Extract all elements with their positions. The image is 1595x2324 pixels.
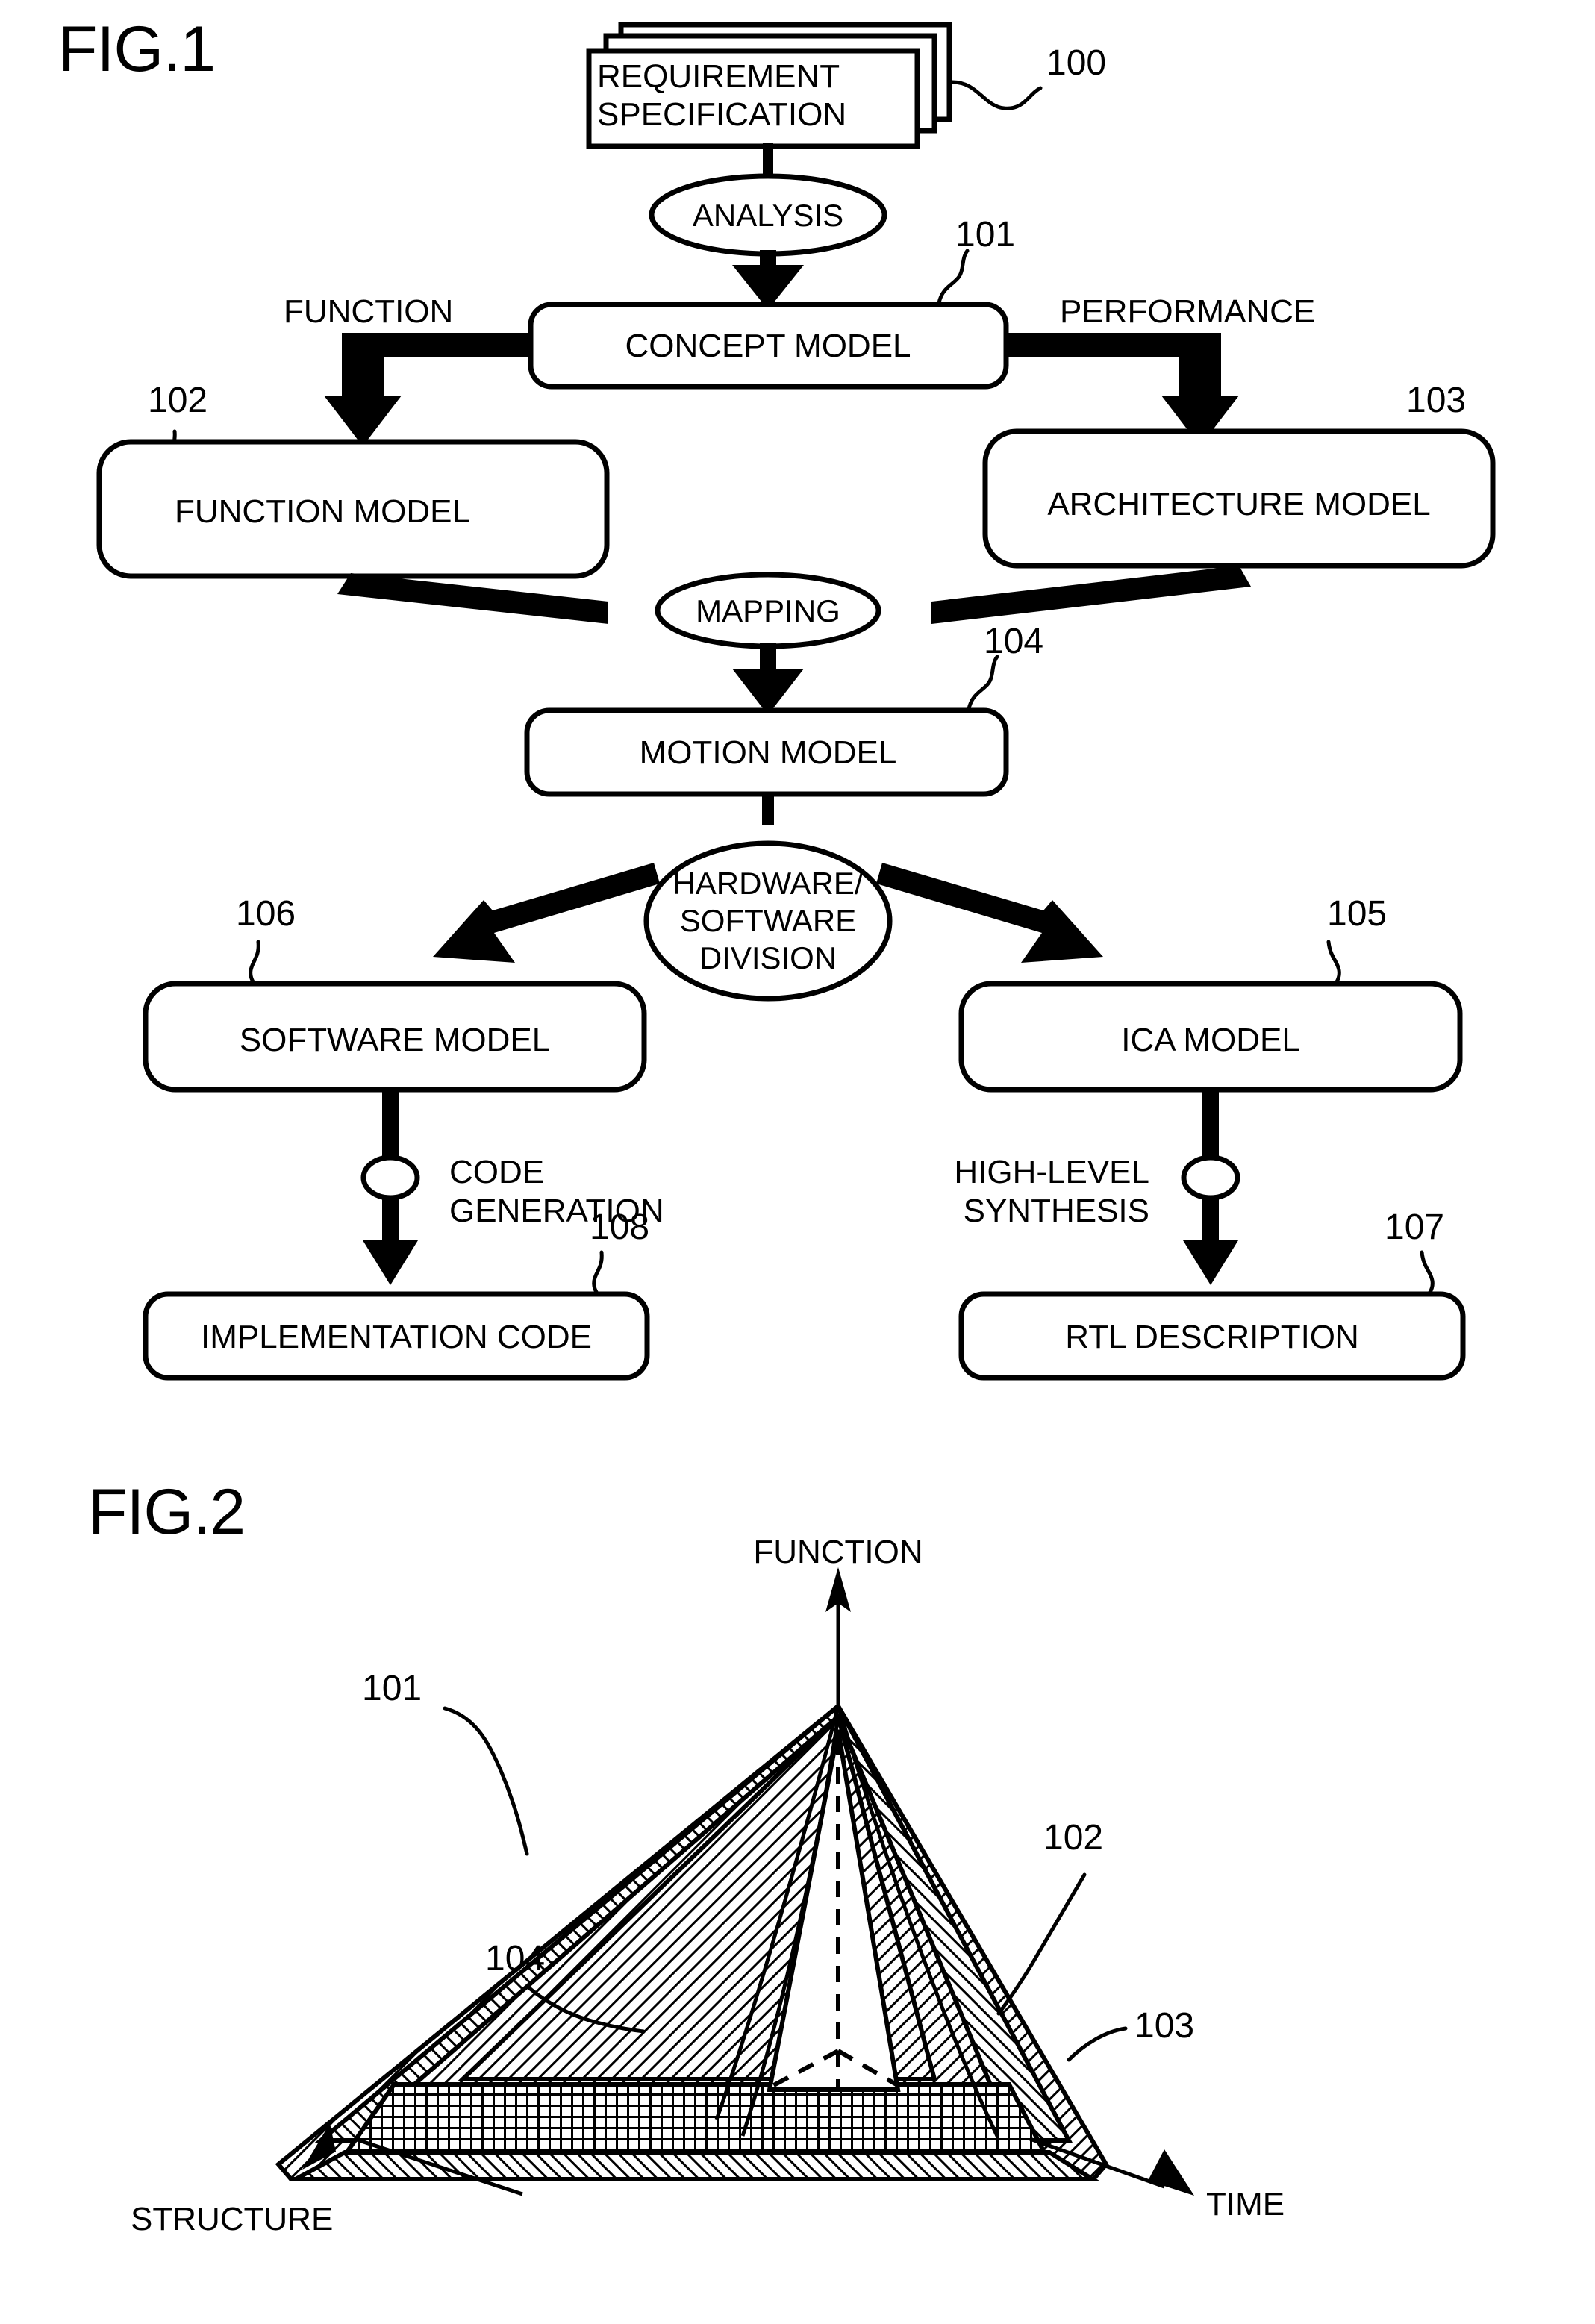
- figure-1: FIG.1 REQUIREMENT SPECIFICATION 100 ANAL…: [58, 13, 1496, 1381]
- mapping-node: MAPPING: [655, 572, 881, 649]
- rtl-description-label: RTL DESCRIPTION: [1065, 1319, 1359, 1355]
- arrow-concept-to-function-model: [324, 333, 531, 446]
- implementation-code-label: IMPLEMENTATION CODE: [201, 1319, 592, 1355]
- hw-sw-division-line1: HARDWARE/: [672, 866, 863, 901]
- ref-100-leader: [950, 80, 1043, 110]
- ref-100: 100: [1046, 43, 1106, 83]
- ref-102-fig2-leader: [996, 1872, 1087, 2016]
- architecture-model-label: ARCHITECTURE MODEL: [1047, 486, 1430, 522]
- pyramid-base-strip: [294, 2150, 1101, 2181]
- concept-model-label: CONCEPT MODEL: [625, 328, 911, 364]
- ref-103-fig2-leader: [1067, 2026, 1128, 2062]
- architecture-model-box: ARCHITECTURE MODEL: [982, 428, 1496, 569]
- requirement-specification-line1: REQUIREMENT: [597, 58, 840, 95]
- ref-105: 105: [1327, 894, 1387, 934]
- ref-102: 102: [148, 381, 207, 420]
- arrow-mapping-to-motion: [732, 643, 804, 715]
- arrow-division-to-ica-model: [876, 863, 1103, 963]
- arrow-software-model-to-implementation-code: [360, 1088, 420, 1285]
- figure-1-label: FIG.1: [58, 13, 215, 85]
- concept-model-box: CONCEPT MODEL: [528, 302, 1009, 390]
- axis-arrow-function: [825, 1567, 851, 1709]
- ref-101-fig2-leader: [443, 1706, 529, 1856]
- axis-label-time: TIME: [1206, 2186, 1285, 2223]
- rtl-description-box: RTL DESCRIPTION: [958, 1291, 1466, 1381]
- edge-label-high-level-synthesis-line2: SYNTHESIS: [964, 1193, 1149, 1229]
- hardware-software-division-node: HARDWARE/ SOFTWARE DIVISION: [643, 840, 893, 1002]
- ica-model-label: ICA MODEL: [1121, 1022, 1300, 1058]
- software-model-box: SOFTWARE MODEL: [143, 981, 647, 1093]
- connector-motion-division: [762, 793, 774, 825]
- ref-104: 104: [984, 622, 1043, 661]
- function-model-label: FUNCTION MODEL: [175, 493, 470, 530]
- arrow-division-to-software-model: [433, 863, 660, 963]
- implementation-code-box: IMPLEMENTATION CODE: [143, 1291, 650, 1381]
- ref-101: 101: [955, 215, 1015, 254]
- ref-107: 107: [1385, 1208, 1444, 1247]
- software-model-label: SOFTWARE MODEL: [240, 1022, 550, 1058]
- ref-108: 108: [590, 1208, 649, 1247]
- axis-label-structure: STRUCTURE: [131, 2201, 333, 2237]
- ref-102-fig2: 102: [1043, 1818, 1103, 1858]
- requirement-specification-line2: SPECIFICATION: [597, 96, 846, 133]
- mapping-label: MAPPING: [696, 593, 840, 628]
- arrow-ica-model-to-rtl-description: [1181, 1088, 1240, 1285]
- arrow-function-model-to-mapping: [337, 573, 608, 624]
- edge-label-performance: PERFORMANCE: [1060, 293, 1315, 330]
- edge-label-code-generation-line1: CODE: [449, 1154, 544, 1190]
- figure-2: FIG.2 FUNCTION 101 102 103 104 STRUCTURE…: [88, 1476, 1285, 2237]
- edge-label-function: FUNCTION: [284, 293, 453, 330]
- ica-model-box: ICA MODEL: [958, 981, 1463, 1093]
- hw-sw-division-line3: DIVISION: [699, 940, 837, 975]
- motion-model-box: MOTION MODEL: [524, 707, 1009, 797]
- hw-sw-division-line2: SOFTWARE: [680, 903, 856, 938]
- ref-103: 103: [1406, 381, 1466, 420]
- edge-label-high-level-synthesis-line1: HIGH-LEVEL: [954, 1154, 1149, 1190]
- motion-model-label: MOTION MODEL: [640, 734, 897, 771]
- function-model-box: FUNCTION MODEL: [96, 439, 610, 579]
- arrow-analysis-to-concept: [732, 250, 804, 310]
- axis-label-function: FUNCTION: [753, 1534, 923, 1570]
- analysis-label: ANALYSIS: [693, 198, 843, 233]
- ref-104-fig2: 104: [485, 1939, 545, 1978]
- requirement-specification-document: REQUIREMENT SPECIFICATION: [586, 22, 952, 149]
- connector-doc-analysis: [763, 143, 773, 175]
- patent-drawing-sheet: FIG.1 REQUIREMENT SPECIFICATION 100 ANAL…: [0, 0, 1595, 2324]
- arrow-architecture-model-to-mapping: [931, 566, 1251, 624]
- ref-101-fig2: 101: [362, 1669, 422, 1708]
- figure-2-label: FIG.2: [88, 1476, 245, 1548]
- ref-104-leader: [967, 655, 999, 711]
- ref-106: 106: [236, 894, 296, 934]
- pyramid-grid-base: [343, 2082, 1047, 2153]
- analysis-node: ANALYSIS: [649, 173, 887, 257]
- ref-103-fig2: 103: [1134, 2006, 1194, 2046]
- ref-101-leader: [937, 249, 970, 305]
- drawing-canvas: FIG.1 REQUIREMENT SPECIFICATION 100 ANAL…: [58, 13, 1496, 2237]
